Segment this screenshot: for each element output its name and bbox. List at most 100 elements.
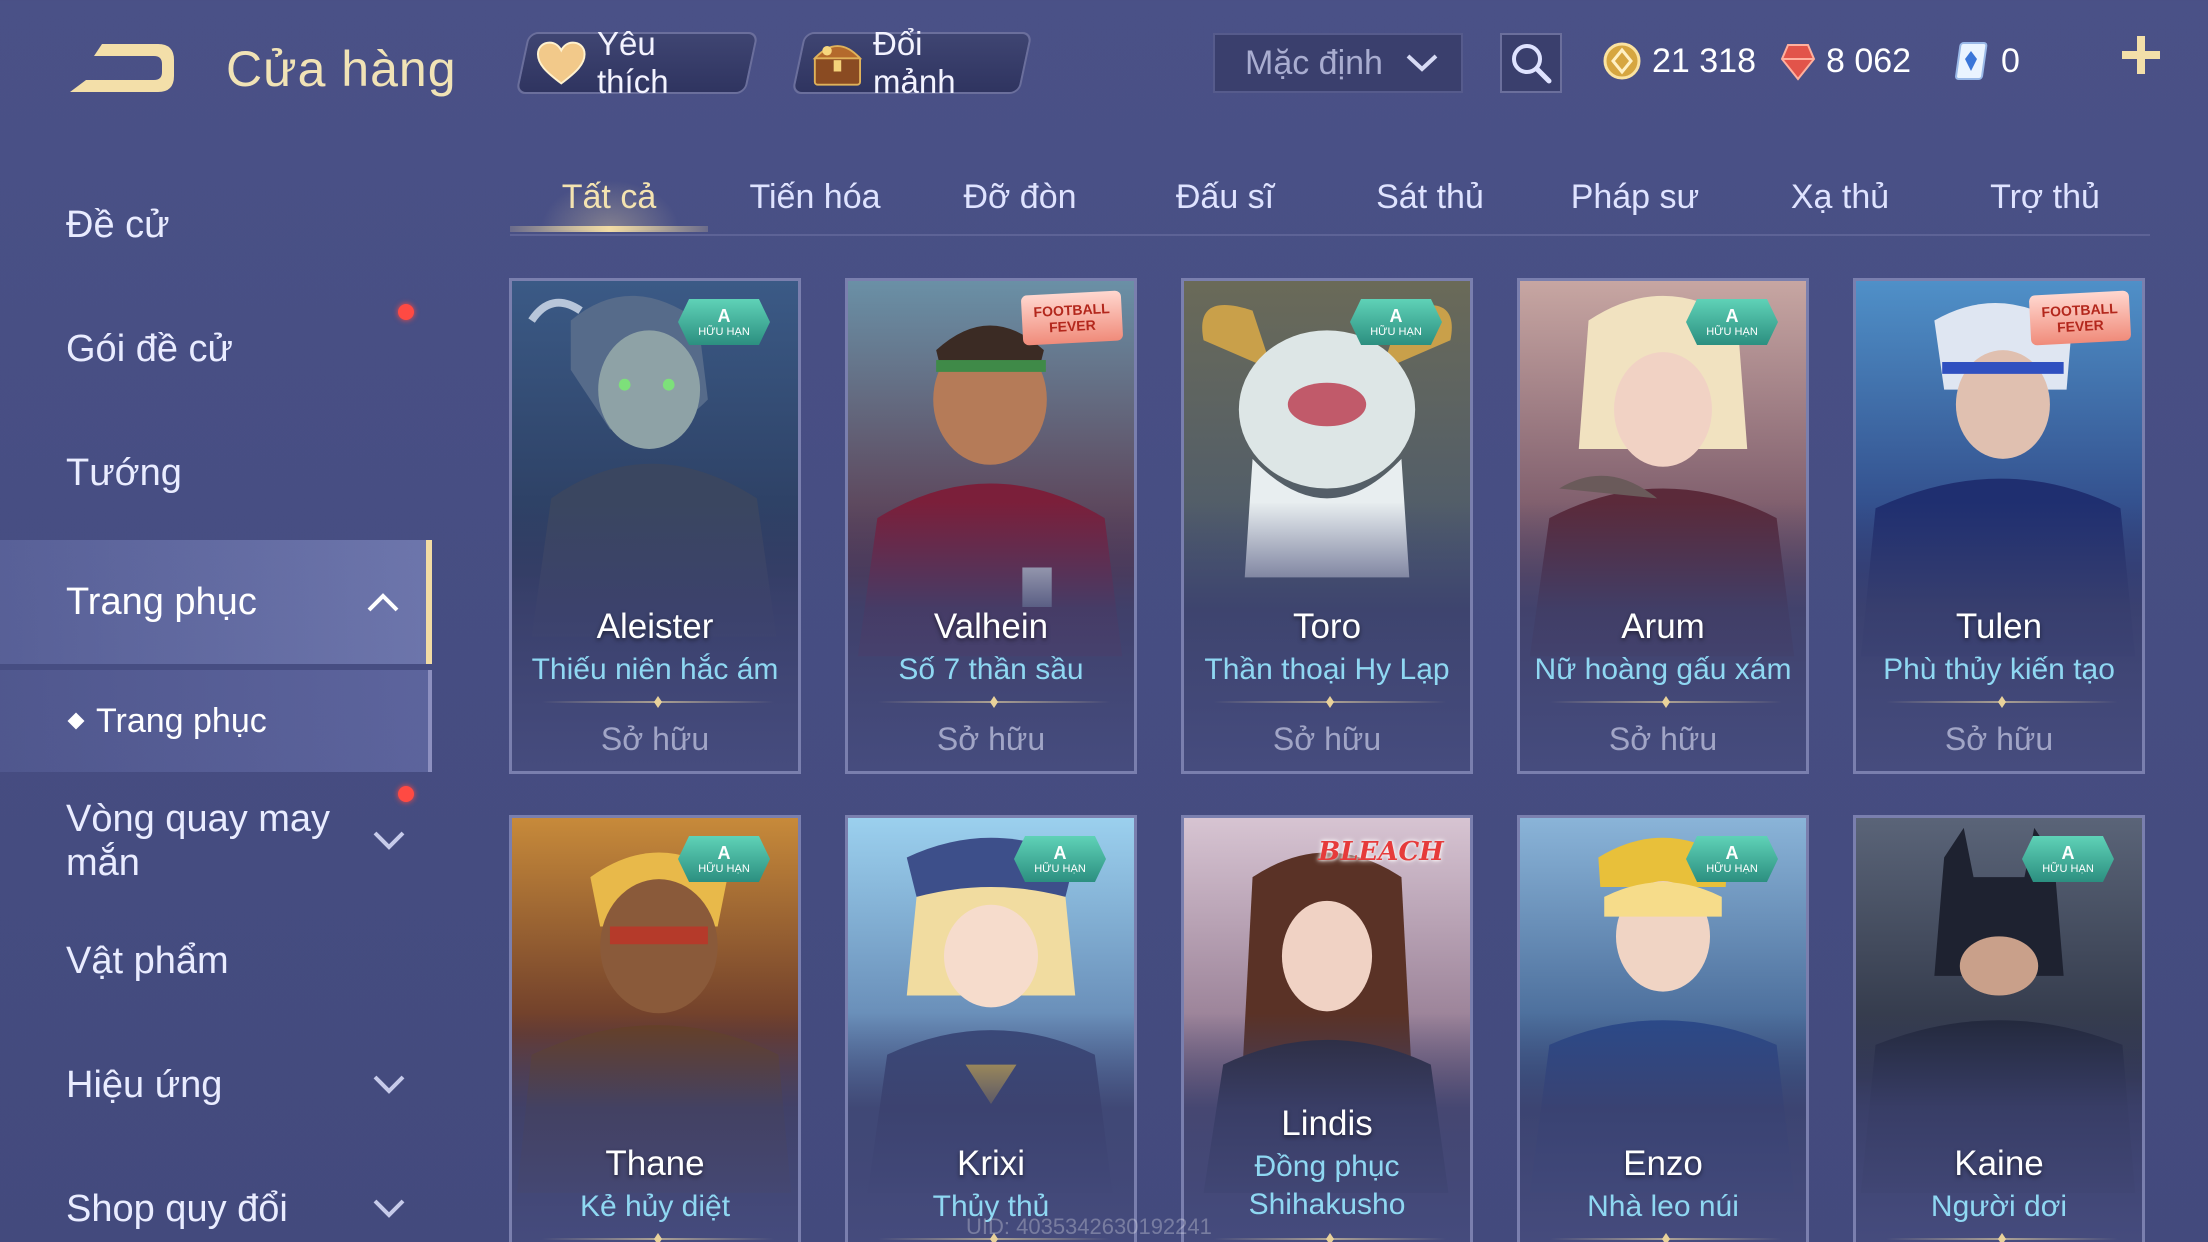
hero-name: Valhein xyxy=(933,607,1049,646)
sidebar-item-items[interactable]: Vật phẩm xyxy=(0,906,432,1016)
page-title: Cửa hàng xyxy=(226,41,457,97)
player-uid: UID: 4035342630192241 xyxy=(966,1214,1212,1239)
role-tabs: Tất cả Tiến hóa Đỡ đòn Đấu sĩ Sát thủ Ph… xyxy=(510,160,2150,236)
limited-badge: A HỮU HẠN xyxy=(1350,299,1442,345)
hero-name: Aleister xyxy=(596,607,714,646)
owned-status: Sở hữu xyxy=(600,721,710,757)
sort-dropdown[interactable]: Mặc định xyxy=(1213,33,1463,93)
skin-card[interactable]: FOOTBALL FEVER Tulen Phù thủy kiến tạo S… xyxy=(1853,278,2145,774)
card-divider xyxy=(1886,1238,2118,1240)
card-divider xyxy=(878,701,1110,703)
bullet-icon xyxy=(67,712,85,730)
card-divider xyxy=(1886,701,2118,703)
skin-card[interactable]: A HỮU HẠN Toro Thần thoại Hy Lạp Sở hữu xyxy=(1181,278,1473,774)
skin-card[interactable]: A HỮU HẠN Aleister Thiếu niên hắc ám Sở h… xyxy=(509,278,801,774)
chevron-down-icon xyxy=(1406,54,1438,72)
skin-card[interactable]: A HỮU HẠN Enzo Nhà leo núi xyxy=(1517,815,1809,1242)
diamond-currency: 0 xyxy=(1955,36,2020,86)
sidebar-item-skins[interactable]: Trang phục xyxy=(0,540,432,664)
event-badge: FOOTBALL FEVER xyxy=(2028,290,2132,346)
hero-name: Thane xyxy=(605,1144,705,1183)
card-divider xyxy=(1214,701,1446,703)
hero-name: Tulen xyxy=(1955,607,2043,646)
trade-fragments-button[interactable]: Đổi mảnh xyxy=(791,25,1033,100)
chevron-down-icon xyxy=(373,1075,405,1094)
hero-name: Arum xyxy=(1621,607,1705,646)
sort-value: Mặc định xyxy=(1245,43,1383,82)
tab-marksman[interactable]: Xạ thủ xyxy=(1740,160,1940,234)
skin-card[interactable]: A HỮU HẠN Thane Kẻ hủy diệt xyxy=(509,815,801,1242)
card-divider xyxy=(542,701,774,703)
add-currency-icon[interactable] xyxy=(2118,32,2164,78)
limited-badge: A HỮU HẠN xyxy=(678,836,770,882)
tab-all[interactable]: Tất cả xyxy=(510,160,708,234)
owned-status: Sở hữu xyxy=(1608,721,1718,757)
owned-status: Sở hữu xyxy=(1272,721,1382,757)
event-badge: FOOTBALL FEVER xyxy=(1020,290,1124,346)
skin-name: Nữ hoàng gấu xám xyxy=(1534,653,1792,686)
top-bar: Cửa hàng Yêu thích Đổi mảnh Mặc định 21 … xyxy=(0,0,2208,130)
tab-assassin[interactable]: Sát thủ xyxy=(1330,160,1530,234)
sidebar-item-label: Gói đề cử xyxy=(66,327,233,370)
collab-badge: BLEACH xyxy=(1318,837,1444,867)
sidebar-subitem-label: Trang phục xyxy=(96,701,267,740)
gold-coin-icon xyxy=(1603,42,1641,80)
tab-support[interactable]: Trợ thủ xyxy=(1945,160,2145,234)
sidebar-item-heroes[interactable]: Tướng xyxy=(0,418,432,528)
tab-fighter[interactable]: Đấu sĩ xyxy=(1125,160,1325,234)
voucher-currency: 8 062 xyxy=(1780,36,1911,86)
sidebar-item-label: Trang phục xyxy=(66,580,257,623)
sidebar-item-label: Shop quy đổi xyxy=(66,1187,288,1230)
sidebar-item-label: Tướng xyxy=(66,451,182,494)
card-divider xyxy=(1550,1238,1782,1240)
card-divider xyxy=(542,1238,774,1240)
skin-card[interactable]: A HỮU HẠN Arum Nữ hoàng gấu xám Sở hữu xyxy=(1517,278,1809,774)
sidebar-item-lucky-spin[interactable]: Vòng quay may mắn xyxy=(0,778,432,904)
tab-evolution[interactable]: Tiến hóa xyxy=(715,160,915,234)
gold-value: 21 318 xyxy=(1652,41,1756,80)
limited-badge: A HỮU HẠN xyxy=(1014,836,1106,882)
sidebar: Đề cử Gói đề cử Tướng Trang phục Trang p… xyxy=(0,170,432,1242)
tab-tank[interactable]: Đỡ đòn xyxy=(920,160,1120,234)
hero-name: Toro xyxy=(1292,607,1362,646)
skin-name: Thiếu niên hắc ám xyxy=(531,653,779,686)
skin-card[interactable]: A HỮU HẠN Kaine Người dơi xyxy=(1853,815,2145,1242)
limited-badge: A HỮU HẠN xyxy=(2022,836,2114,882)
skin-card[interactable]: BLEACH Lindis Đồng phục Shihakusho xyxy=(1181,815,1473,1242)
limited-badge: A HỮU HẠN xyxy=(1686,836,1778,882)
heart-icon xyxy=(536,41,586,85)
skin-card[interactable]: A HỮU HẠN Krixi Thủy thủ xyxy=(845,815,1137,1242)
hero-name: Kaine xyxy=(1954,1144,2044,1183)
treasure-chest-icon xyxy=(812,45,863,86)
skin-name: Số 7 thần sầu xyxy=(898,653,1084,686)
diamond-value: 0 xyxy=(2001,41,2020,80)
trade-label: Đổi mảnh xyxy=(872,25,956,100)
red-gem-icon xyxy=(1780,44,1816,81)
sidebar-item-recommended[interactable]: Đề cử xyxy=(0,170,432,280)
sidebar-subitem-skins[interactable]: Trang phục xyxy=(0,670,432,772)
skin-name: Phù thủy kiến tạo xyxy=(1883,653,2115,686)
skin-name: Người dơi xyxy=(1930,1190,2068,1223)
tab-mage[interactable]: Pháp sư xyxy=(1535,160,1735,234)
back-arrow-icon[interactable] xyxy=(62,34,182,106)
limited-badge: A HỮU HẠN xyxy=(1686,299,1778,345)
notification-dot xyxy=(398,786,414,802)
skin-name: Kẻ hủy diệt xyxy=(579,1190,731,1223)
card-divider xyxy=(1214,1238,1446,1240)
owned-status: Sở hữu xyxy=(1944,721,2054,757)
skin-name: Đồng phục Shihakusho xyxy=(1248,1150,1406,1221)
sidebar-item-label: Đề cử xyxy=(66,203,170,246)
favorite-button[interactable]: Yêu thích xyxy=(515,25,759,100)
search-button[interactable] xyxy=(1500,33,1562,93)
sidebar-item-recommended-packs[interactable]: Gói đề cử xyxy=(0,294,432,404)
sidebar-item-effects[interactable]: Hiệu ứng xyxy=(0,1030,432,1140)
card-divider xyxy=(1550,701,1782,703)
favorite-label: Yêu thích xyxy=(596,25,669,100)
sidebar-item-exchange-shop[interactable]: Shop quy đổi xyxy=(0,1154,432,1242)
gold-currency: 21 318 xyxy=(1602,36,1756,86)
chevron-down-icon xyxy=(373,831,405,850)
skin-name: Thần thoại Hy Lạp xyxy=(1204,653,1450,686)
search-icon xyxy=(1512,44,1552,84)
hero-name: Enzo xyxy=(1623,1144,1703,1183)
skin-card[interactable]: FOOTBALL FEVER Valhein Số 7 thần sầu Sở … xyxy=(845,278,1137,774)
